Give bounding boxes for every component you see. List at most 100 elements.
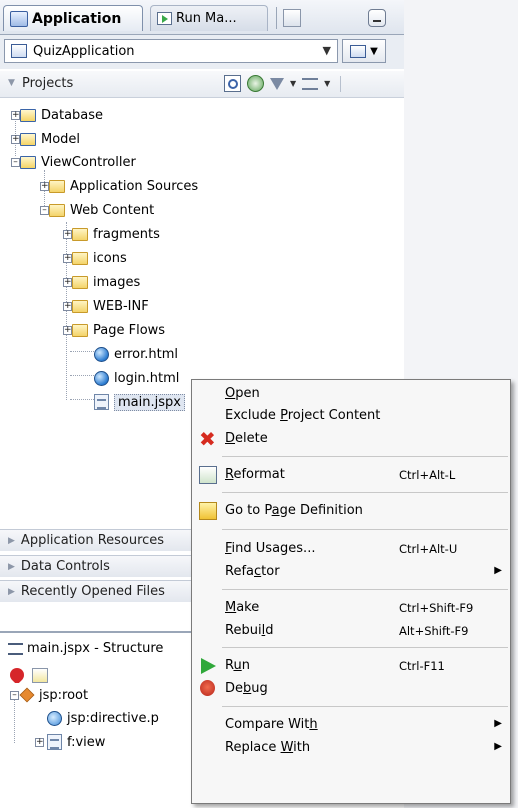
view-options-icon[interactable] (302, 77, 319, 90)
tree-item-error-html[interactable]: error.html (94, 343, 178, 365)
run-icon (201, 658, 216, 674)
menu-label-text: ith (293, 740, 311, 755)
menu-item-run[interactable]: Run Ctrl-F11 (192, 655, 510, 677)
tree-item-label: Page Flows (93, 322, 166, 338)
menu-item-open[interactable]: Open (192, 383, 510, 405)
menu-separator (222, 529, 508, 530)
tree-guide (14, 695, 15, 743)
html-file-icon (94, 346, 109, 362)
expand-icon[interactable]: + (63, 254, 72, 263)
project-icon (11, 44, 27, 58)
tree-item-icons[interactable]: + icons (63, 247, 127, 269)
menu-item-delete[interactable]: ✖ Delete (192, 428, 510, 450)
folder-icon (72, 251, 88, 265)
tree-item-web-content[interactable]: – Web Content (40, 199, 155, 221)
projects-header[interactable]: ▼ Projects ▼ ▼ (0, 71, 404, 98)
menu-shortcut: Ctrl+Alt-L (399, 468, 456, 482)
menu-label: Debug (225, 681, 268, 696)
menu-item-exclude-project-content[interactable]: Exclude Project Content (192, 405, 510, 427)
tree-guide (70, 399, 94, 400)
expand-icon[interactable]: + (63, 326, 72, 335)
application-menu-button[interactable]: ▼ (342, 39, 386, 63)
new-view-icon[interactable] (32, 668, 48, 683)
structure-toolbar (7, 665, 48, 685)
menu-label-text: tor (261, 564, 280, 579)
structure-item-f-view[interactable]: + f:view (35, 731, 106, 753)
navigator-tab-bar: Application Run Ma... (0, 0, 404, 35)
menu-shortcut: Ctrl+Alt-U (399, 542, 458, 556)
component-icon (47, 734, 62, 750)
tab-separator (276, 7, 277, 29)
structure-title-label: main.jspx - Structure (27, 641, 164, 656)
menu-separator (222, 492, 508, 493)
menu-label: Reformat (225, 467, 285, 482)
menu-shortcut: Ctrl+Shift-F9 (399, 601, 474, 615)
menu-item-reformat[interactable]: Reformat Ctrl+Alt-L (192, 464, 510, 486)
tree-item-login-html[interactable]: login.html (94, 367, 179, 389)
tree-item-label: login.html (114, 370, 180, 386)
menu-mnemonic: P (280, 408, 288, 423)
structure-title[interactable]: main.jspx - Structure (8, 641, 163, 656)
expand-icon[interactable]: + (35, 738, 44, 747)
tree-item-images[interactable]: + images (63, 271, 141, 293)
filter-icon[interactable] (270, 77, 284, 90)
menu-shortcut: Alt+Shift-F9 (399, 624, 469, 638)
page-definition-icon (199, 502, 217, 520)
tree-item-label: Model (41, 131, 81, 147)
structure-item-label: f:view (67, 734, 106, 750)
tree-item-model[interactable]: + Model (11, 128, 81, 150)
tree-item-label: ViewController (41, 154, 136, 170)
application-combobox-value: QuizApplication (33, 43, 135, 59)
tab-application[interactable]: Application (3, 5, 143, 31)
expand-icon[interactable]: + (11, 135, 20, 144)
tree-item-application-sources[interactable]: + Application Sources (40, 175, 198, 197)
structure-item-label: jsp:root (39, 687, 89, 703)
collapse-icon[interactable]: – (10, 691, 19, 700)
menu-label-text: Rebui (225, 623, 262, 638)
tree-guide (70, 351, 94, 352)
menu-item-replace-with[interactable]: Replace With ▶ (192, 737, 510, 759)
menu-label: Refactor (225, 564, 280, 579)
menu-item-refactor[interactable]: Refactor ▶ (192, 561, 510, 583)
expand-icon[interactable]: + (63, 302, 72, 311)
delete-icon: ✖ (199, 427, 216, 451)
refresh-icon[interactable] (247, 75, 264, 92)
expand-icon[interactable]: + (11, 111, 20, 120)
chevron-down-icon[interactable]: ▼ (290, 79, 296, 88)
menu-label-text: ake (236, 600, 260, 615)
search-icon[interactable] (224, 75, 241, 92)
menu-item-debug[interactable]: Debug (192, 678, 510, 700)
menu-label: Exclude Project Content (225, 408, 380, 423)
tree-item-label: images (93, 274, 141, 290)
expand-icon[interactable]: + (63, 230, 72, 239)
collapse-icon[interactable]: – (11, 158, 20, 167)
collapse-icon[interactable]: – (40, 206, 49, 215)
expand-icon[interactable]: + (40, 182, 49, 191)
tab-run-manager[interactable]: Run Ma... (150, 5, 268, 31)
tree-item-main-jspx[interactable]: main.jspx (94, 391, 185, 413)
tree-item-web-inf[interactable]: + WEB-INF (63, 295, 149, 317)
tree-item-page-flows[interactable]: + Page Flows (63, 319, 166, 341)
structure-item-jsp-directive[interactable]: jsp:directive.p (47, 707, 159, 729)
tree-item-label: fragments (93, 226, 160, 242)
expand-icon[interactable]: + (63, 278, 72, 287)
menu-label-text: Refa (225, 564, 254, 579)
tree-item-fragments[interactable]: + fragments (63, 223, 160, 245)
menu-item-rebuild[interactable]: Rebuild Alt+Shift-F9 (192, 620, 510, 642)
structure-item-jsp-root[interactable]: – jsp:root (10, 684, 89, 706)
menu-label: Rebuild (225, 623, 273, 638)
pin-icon[interactable] (7, 665, 27, 685)
menu-item-compare-with[interactable]: Compare With ▶ (192, 714, 510, 736)
minimize-icon[interactable] (368, 9, 386, 27)
tree-item-viewcontroller[interactable]: – ViewController (11, 151, 136, 173)
directive-icon (47, 710, 62, 726)
menu-label-text: ug (251, 681, 268, 696)
chevron-down-icon[interactable]: ▼ (324, 79, 330, 88)
menu-item-find-usages[interactable]: Find Usages... Ctrl+Alt-U (192, 538, 510, 560)
extra-tab-icon[interactable] (283, 9, 301, 27)
application-combobox[interactable]: QuizApplication ▼ (4, 39, 338, 63)
menu-item-make[interactable]: Make Ctrl+Shift-F9 (192, 597, 510, 619)
tree-item-label: Web Content (70, 202, 155, 218)
tree-item-database[interactable]: + Database (11, 104, 103, 126)
menu-item-go-to-page-definition[interactable]: Go to Page Definition (192, 500, 510, 522)
